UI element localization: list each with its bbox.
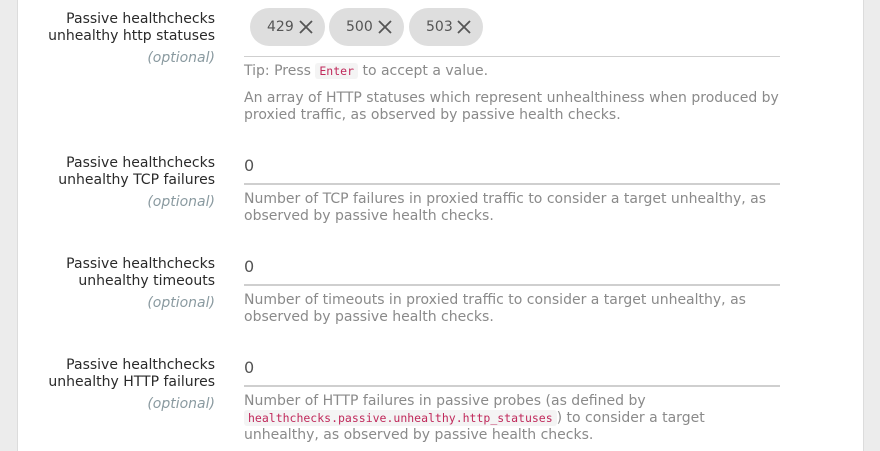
number-field: 0 Number of timeouts in proxied traffic … bbox=[244, 252, 780, 326]
close-icon[interactable] bbox=[298, 19, 314, 35]
http-failures-input[interactable]: 0 bbox=[244, 353, 780, 387]
optional-label: (optional) bbox=[147, 194, 215, 210]
tip-key: Enter bbox=[315, 63, 358, 79]
help-code: healthchecks.passive.unhealthy.http_stat… bbox=[244, 410, 557, 426]
help-prefix: Number of HTTP failures in passive probe… bbox=[244, 393, 646, 409]
chip-status: 500 bbox=[329, 8, 404, 46]
label-line1: Passive healthchecks bbox=[66, 256, 215, 272]
help-text: Number of TCP failures in proxied traffi… bbox=[244, 191, 767, 224]
form-card: Passive healthchecks unhealthy http stat… bbox=[17, 0, 864, 451]
chip-label: 503 bbox=[426, 19, 453, 35]
help-text: Number of timeouts in proxied traffic to… bbox=[244, 292, 746, 325]
label-line1: Passive healthchecks bbox=[66, 357, 215, 373]
label-line1: Passive healthchecks bbox=[66, 155, 215, 171]
chip-label: 500 bbox=[346, 19, 373, 35]
optional-label: (optional) bbox=[147, 50, 215, 66]
optional-label: (optional) bbox=[147, 396, 215, 412]
close-icon[interactable] bbox=[377, 19, 393, 35]
tip-suffix: to accept a value. bbox=[362, 63, 489, 79]
chip-list[interactable]: 429 500 503 bbox=[244, 0, 780, 57]
number-field: 0 Number of HTTP failures in passive pro… bbox=[244, 353, 780, 444]
chip-status: 429 bbox=[250, 8, 325, 46]
chip-status: 503 bbox=[409, 8, 483, 46]
close-icon[interactable] bbox=[456, 19, 472, 35]
number-field: 0 Number of TCP failures in proxied traf… bbox=[244, 151, 780, 225]
field-label: Passive healthchecks unhealthy TCP failu… bbox=[18, 155, 215, 211]
tip-text: Tip: Press Enter to accept a value. bbox=[244, 63, 780, 80]
timeouts-input[interactable]: 0 bbox=[244, 252, 780, 286]
label-line1: Passive healthchecks bbox=[66, 11, 215, 27]
field-label: Passive healthchecks unhealthy http stat… bbox=[18, 11, 215, 67]
help-text: Number of HTTP failures in passive probe… bbox=[244, 393, 780, 444]
field-label: Passive healthchecks unhealthy HTTP fail… bbox=[18, 357, 215, 413]
optional-label: (optional) bbox=[147, 295, 215, 311]
tag-input[interactable]: 429 500 503 Tip: Press Enter to accept a… bbox=[244, 0, 780, 124]
chip-label: 429 bbox=[267, 19, 294, 35]
help-text: An array of HTTP statuses which represen… bbox=[244, 90, 779, 123]
label-line2: unhealthy TCP failures bbox=[58, 172, 215, 188]
label-line2: unhealthy timeouts bbox=[78, 273, 215, 289]
label-line2: unhealthy HTTP failures bbox=[48, 374, 215, 390]
tcp-failures-input[interactable]: 0 bbox=[244, 151, 780, 185]
field-label: Passive healthchecks unhealthy timeouts … bbox=[18, 256, 215, 312]
tip-prefix: Tip: Press bbox=[244, 63, 311, 79]
label-line2: unhealthy http statuses bbox=[48, 28, 215, 44]
